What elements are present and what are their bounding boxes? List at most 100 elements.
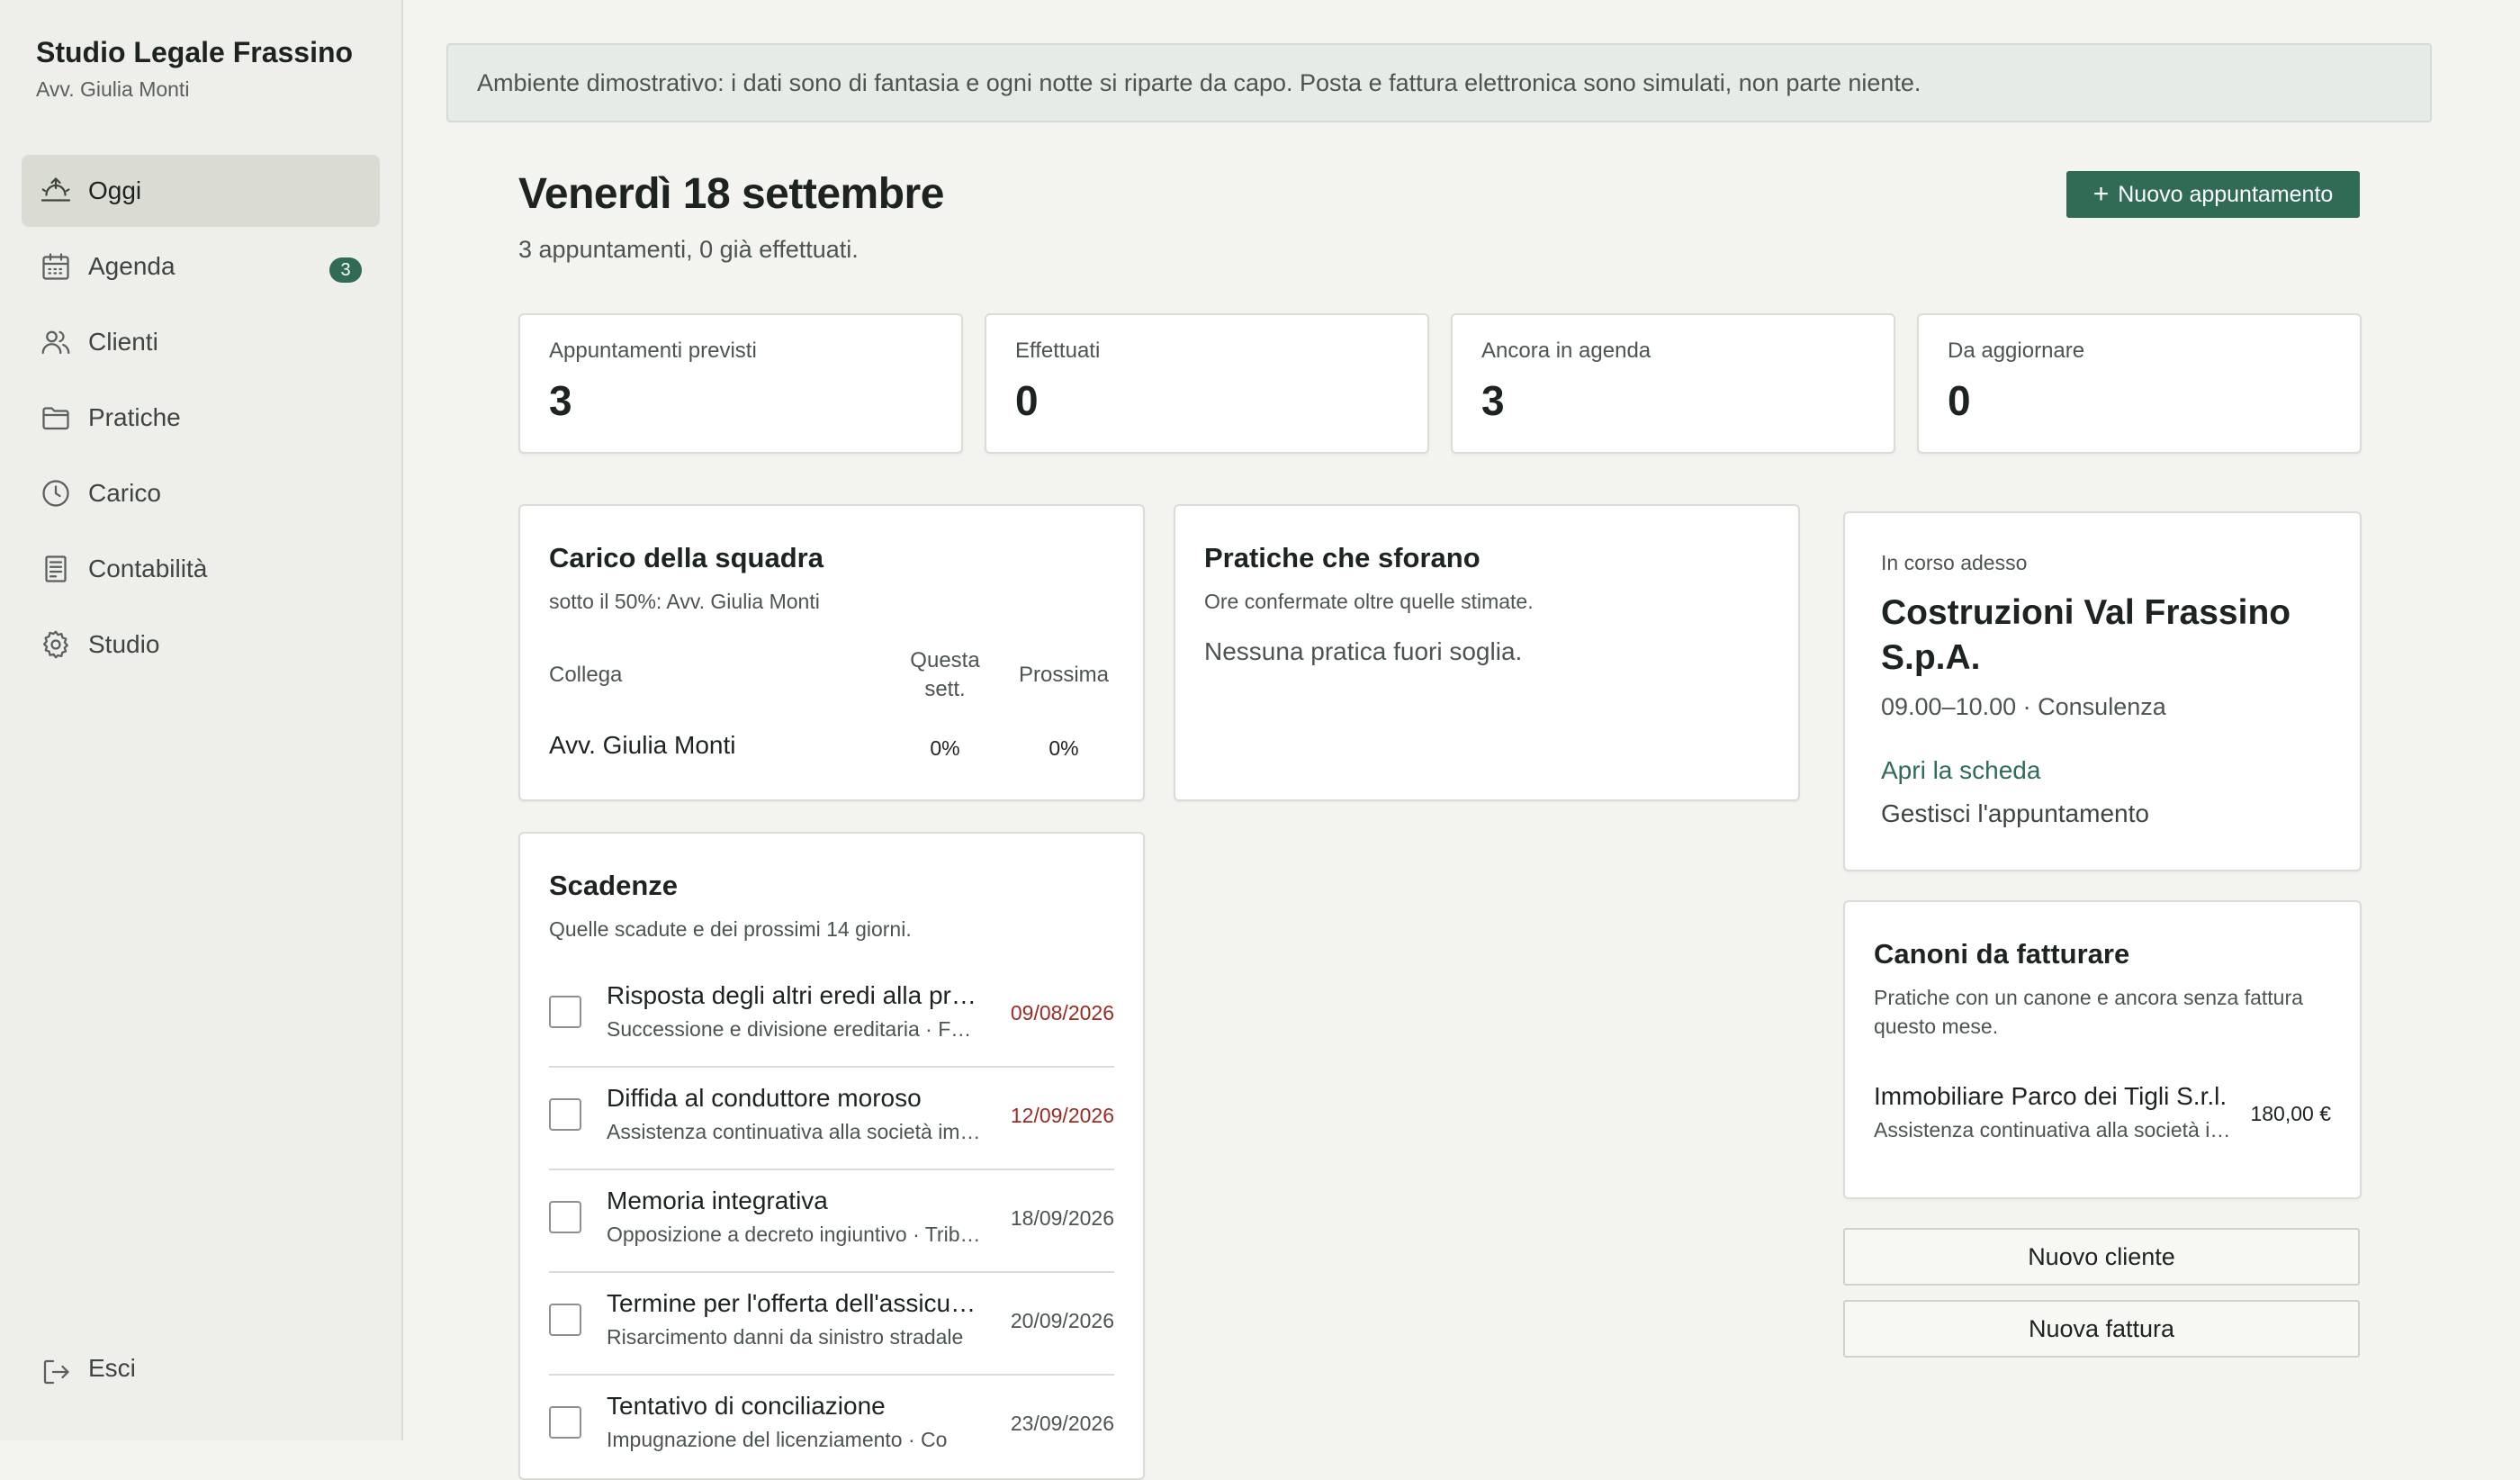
stat-card-done: Effettuati 0 <box>985 313 1429 454</box>
gear-icon <box>40 628 72 661</box>
logout-button[interactable]: Esci <box>22 1336 380 1408</box>
new-invoice-button[interactable]: Nuova fattura <box>1843 1300 2360 1358</box>
deadline-item: Diffida al conduttore moroso Assistenza … <box>549 1066 1114 1170</box>
deadlines-card: Scadenze Quelle scadute e dei prossimi 1… <box>518 832 1145 1480</box>
new-appointment-label: Nuovo appuntamento <box>2118 181 2334 207</box>
overruns-card: Pratiche che sforano Ore confermate oltr… <box>1174 504 1800 801</box>
deadline-title: Memoria integrativa <box>607 1187 828 1214</box>
sidebar-item-pratiche[interactable]: Pratiche <box>22 382 380 454</box>
deadline-date: 20/09/2026 <box>1010 1309 1114 1332</box>
fee-client-name[interactable]: Immobiliare Parco dei Tigli S.r.l. <box>1874 1082 2227 1111</box>
stat-card-planned: Appuntamenti previsti 3 <box>518 313 963 454</box>
sidebar-item-clienti[interactable]: Clienti <box>22 306 380 378</box>
card-title: Scadenze <box>549 870 679 901</box>
deadline-date: 12/09/2026 <box>1010 1104 1114 1127</box>
sidebar-item-label: Clienti <box>88 328 158 356</box>
column-header-next: Prossima <box>1018 663 1110 687</box>
deadline-item: Memoria integrativa Opposizione a decret… <box>549 1169 1114 1273</box>
page-title: Venerdì 18 settembre <box>518 170 944 218</box>
deadline-title: Diffida al conduttore moroso <box>607 1084 922 1112</box>
demo-banner: Ambiente dimostrativo: i dati sono di fa… <box>446 43 2432 122</box>
deadline-date: 09/08/2026 <box>1010 1001 1114 1024</box>
deadline-item: Termine per l'offerta dell'assicurazione… <box>549 1271 1114 1376</box>
current-client-name: Costruzioni Val Frassino S.p.A. <box>1881 593 2291 677</box>
stat-label: Effettuati <box>1015 338 1101 363</box>
sidebar-item-label: Oggi <box>88 176 142 204</box>
card-subtitle: Pratiche con un canone e ancora senza fa… <box>1874 986 2303 1038</box>
empty-state: Nessuna pratica fuori soglia. <box>1204 637 1523 665</box>
deadline-meta: Successione e divisione ereditaria · Fam… <box>607 1017 981 1041</box>
receipt-icon <box>40 553 72 585</box>
sidebar-item-oggi[interactable]: Oggi <box>22 155 380 227</box>
deadline-item: Risposta degli altri eredi alla proposta… <box>549 963 1114 1068</box>
deadline-item: Tentativo di conciliazione Impugnazione … <box>549 1374 1114 1476</box>
sidebar-item-label: Contabilità <box>88 555 208 582</box>
logout-label: Esci <box>88 1354 136 1382</box>
deadline-title: Termine per l'offerta dell'assicurazione <box>607 1289 981 1317</box>
team-load-card: Carico della squadra sotto il 50%: Avv. … <box>518 504 1145 801</box>
stat-label: Ancora in agenda <box>1481 338 1652 363</box>
stat-value: 3 <box>1481 377 1505 424</box>
user-name: Avv. Giulia Monti <box>36 77 190 101</box>
open-record-link[interactable]: Apri la scheda <box>1881 756 2040 785</box>
team-member-name: Avv. Giulia Monti <box>549 731 736 759</box>
sidebar-item-agenda[interactable]: Agenda 3 <box>22 230 380 302</box>
current-appointment-card: In corso adesso Costruzioni Val Frassino… <box>1843 511 2362 871</box>
deadline-checkbox[interactable] <box>549 1201 581 1233</box>
load-next-week: 0% <box>1048 736 1079 760</box>
stat-label: Appuntamenti previsti <box>549 338 757 363</box>
calendar-icon <box>40 250 72 283</box>
stat-card-to-update: Da aggiornare 0 <box>1917 313 2362 454</box>
sunrise-icon <box>40 175 72 207</box>
stat-value: 3 <box>549 377 572 424</box>
clock-icon <box>40 477 72 510</box>
deadline-checkbox[interactable] <box>549 1406 581 1439</box>
studio-name: Studio Legale Frassino <box>36 36 354 68</box>
page-subtitle: 3 appuntamenti, 0 già effettuati. <box>518 236 859 263</box>
new-appointment-button[interactable]: + Nuovo appuntamento <box>2066 171 2360 218</box>
column-header-colleague: Collega <box>549 663 623 687</box>
agenda-count-badge: 3 <box>329 257 362 283</box>
logout-icon <box>40 1356 72 1388</box>
manage-appointment-link[interactable]: Gestisci l'appuntamento <box>1881 799 2149 828</box>
fees-to-invoice-card: Canoni da fatturare Pratiche con un cano… <box>1843 900 2362 1199</box>
sidebar-item-label: Agenda <box>88 252 176 280</box>
stat-value: 0 <box>1015 377 1039 424</box>
fee-meta: Assistenza continuativa alla società imm… <box>1874 1118 2234 1142</box>
folder-icon <box>40 402 72 434</box>
sidebar-item-contabilita[interactable]: Contabilità <box>22 533 380 605</box>
deadline-checkbox[interactable] <box>549 1098 581 1131</box>
deadline-checkbox[interactable] <box>549 996 581 1028</box>
card-title: Pratiche che sforano <box>1204 542 1480 573</box>
sidebar-item-label: Carico <box>88 479 161 507</box>
deadline-date: 18/09/2026 <box>1010 1206 1114 1230</box>
column-header-this-week: Questa sett. <box>910 648 980 701</box>
card-subtitle: Ore confermate oltre quelle stimate. <box>1204 590 1534 613</box>
deadline-title: Tentativo di conciliazione <box>607 1392 886 1420</box>
deadline-title: Risposta degli altri eredi alla proposta… <box>607 981 981 1009</box>
stat-label: Da aggiornare <box>1948 338 2085 363</box>
deadline-meta: Assistenza continuativa alla società imm… <box>607 1120 981 1143</box>
deadline-checkbox[interactable] <box>549 1304 581 1336</box>
sidebar: Studio Legale Frassino Avv. Giulia Monti… <box>0 0 403 1440</box>
sidebar-item-studio[interactable]: Studio <box>22 609 380 681</box>
sidebar-item-carico[interactable]: Carico <box>22 457 380 529</box>
sidebar-item-label: Pratiche <box>88 403 181 431</box>
deadline-meta: Opposizione a decreto ingiuntivo · Tribu… <box>607 1223 981 1246</box>
sidebar-item-label: Studio <box>88 630 160 658</box>
deadline-meta: Risarcimento danni da sinistro stradale <box>607 1325 964 1349</box>
stat-value: 0 <box>1948 377 1971 424</box>
main-nav: Oggi Agenda 3 Clienti Pratiche Carico Co… <box>22 155 380 684</box>
fee-amount: 180,00 € <box>2250 1102 2331 1125</box>
new-client-button[interactable]: Nuovo cliente <box>1843 1228 2360 1286</box>
users-icon <box>40 326 72 358</box>
stat-card-remaining: Ancora in agenda 3 <box>1451 313 1895 454</box>
card-subtitle: sotto il 50%: Avv. Giulia Monti <box>549 590 820 613</box>
load-this-week: 0% <box>930 736 960 760</box>
card-title: Carico della squadra <box>549 542 824 573</box>
current-time: 09.00–10.00 · Consulenza <box>1881 693 2166 720</box>
card-title: Canoni da fatturare <box>1874 938 2130 970</box>
deadline-date: 23/09/2026 <box>1010 1412 1114 1435</box>
current-label: In corso adesso <box>1881 551 2028 574</box>
plus-icon: + <box>2092 179 2110 209</box>
